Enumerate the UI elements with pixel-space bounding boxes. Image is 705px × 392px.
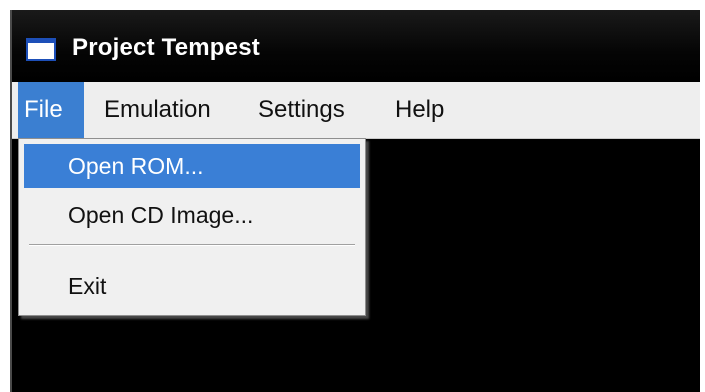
menu-file[interactable]: File bbox=[18, 82, 84, 138]
menu-bar: File Emulation Settings Help bbox=[12, 82, 700, 139]
file-dropdown-menu: Open ROM... Open CD Image... Exit bbox=[18, 138, 366, 316]
main-window: Project Tempest File Emulation Settings … bbox=[10, 10, 700, 392]
menu-item-exit[interactable]: Exit bbox=[24, 264, 360, 308]
menu-emulation[interactable]: Emulation bbox=[104, 82, 211, 138]
app-window-icon[interactable] bbox=[26, 38, 56, 61]
menu-item-open-rom[interactable]: Open ROM... bbox=[24, 144, 360, 188]
window-title: Project Tempest bbox=[72, 34, 260, 61]
menu-item-open-cd-image[interactable]: Open CD Image... bbox=[24, 193, 360, 237]
emulator-display-area[interactable] bbox=[366, 138, 700, 392]
menu-help[interactable]: Help bbox=[395, 82, 444, 138]
title-bar[interactable]: Project Tempest bbox=[12, 10, 700, 80]
menu-settings[interactable]: Settings bbox=[258, 82, 345, 138]
menu-separator bbox=[29, 244, 355, 246]
